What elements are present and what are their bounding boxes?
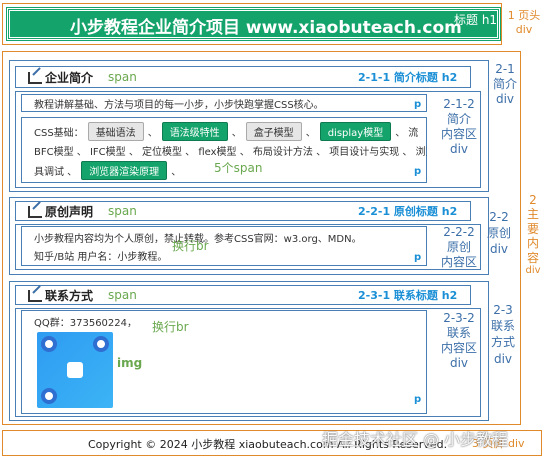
contact-heading: 联系方式: [28, 287, 93, 304]
css-basics-line: CSS基础： 基础语法、 语法级特性、 盒子模型、 display模型、 流: [34, 122, 427, 141]
intro-content-annotation: 2-1-2 简介 内容区 div: [440, 97, 477, 156]
qr-finder-icon: [41, 388, 57, 404]
intro-span-annotation: span: [108, 70, 137, 84]
qq-group-line: QQ群：373560224，: [34, 318, 138, 329]
contact-span-annotation: span: [108, 288, 137, 302]
qr-logo-icon: [67, 362, 83, 378]
original-br-annotation: 换行br: [172, 239, 209, 253]
main-div-annotation: 2 主 要 内 容 div: [525, 193, 541, 276]
contact-content-annotation: 2-3-2 联系 内容区 div: [440, 311, 477, 370]
original-span-annotation: span: [108, 204, 137, 218]
intro-heading: 企业简介: [28, 69, 93, 86]
pen-icon: [28, 71, 42, 84]
css-models-line: BFC模型 、 IFC模型 、 定位模型 、 flex模型 、 布局设计方法 、…: [34, 147, 427, 158]
contact-p-annotation: p: [414, 394, 422, 405]
original-line-2: 知乎/B站 用户名：小步教程。: [34, 252, 168, 263]
intro-p2-annotation: p: [414, 166, 422, 177]
css-tools-line: 具调试 、 浏览器渲染原理 、: [34, 161, 181, 180]
intro-p1-annotation: p: [414, 99, 422, 110]
page-title: 小步教程企业简介项目 www.xiaobuteach.com: [70, 18, 462, 38]
intro-paragraph: 教程讲解基础、方法与项目的每一小步，小步快跑掌握CSS核心。: [34, 100, 324, 111]
contact-h2-annotation: 2-3-1 联系标题 h2: [358, 289, 458, 302]
tag-box-model: 盒子模型: [245, 122, 302, 141]
qr-finder-icon: [41, 336, 57, 352]
watermark-text: 掘金技术社区 @ 小步教程: [322, 430, 509, 449]
img-annotation: img: [117, 356, 143, 370]
tag-syntax-features: 语法级特性: [161, 122, 228, 141]
intro-h2-annotation: 2-1-1 简介标题 h2: [358, 71, 458, 84]
tag-display-model: display模型: [319, 122, 392, 141]
original-p-annotation: p: [414, 252, 422, 263]
qr-code-image: [37, 332, 113, 408]
original-h2-annotation: 2-2-1 原创标题 h2: [358, 205, 458, 218]
span-count-annotation: 5个span: [214, 161, 263, 175]
tag-render-principle: 浏览器渲染原理: [81, 161, 168, 180]
pen-icon: [28, 289, 42, 302]
tag-basic-syntax: 基础语法: [87, 122, 144, 141]
tag-flow: 流: [408, 128, 419, 139]
original-content-annotation: 2-2-2 原创 内容区: [440, 225, 477, 269]
original-div-annotation: 2-2 原创 div: [486, 210, 511, 257]
original-heading: 原创声明: [28, 203, 93, 220]
contact-div-annotation: 2-3 联系 方式 div: [490, 303, 515, 366]
pen-icon: [28, 205, 42, 218]
intro-div-annotation: 2-1 简介 div: [492, 62, 517, 106]
qr-finder-icon: [93, 336, 109, 352]
contact-br-annotation: 换行br: [152, 320, 189, 334]
title-h1-annotation: 标题 h1: [454, 13, 498, 27]
header-div-annotation: 1 页头 div: [507, 9, 541, 36]
